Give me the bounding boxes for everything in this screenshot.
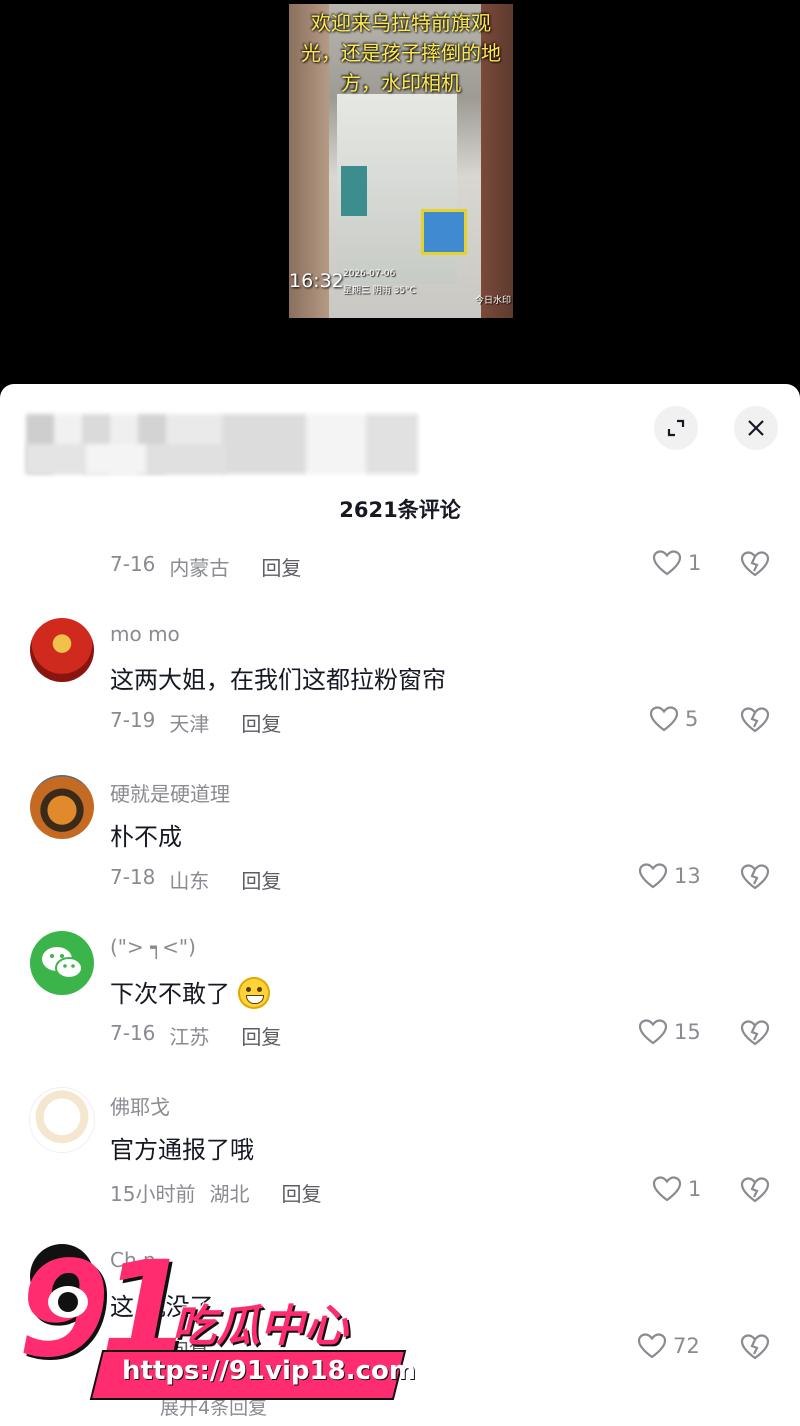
username[interactable]: mo mo <box>110 622 180 646</box>
like-button[interactable]: 1 <box>652 1175 701 1203</box>
video-area[interactable]: 欢迎来乌拉特前旗观光，还是孩子摔倒的地方，水印相机 16:32 2026-07-… <box>0 0 800 390</box>
comment-date: 7-16 <box>110 1021 156 1045</box>
like-button[interactable]: 15 <box>638 1018 701 1046</box>
like-count: 13 <box>674 864 701 888</box>
video-caption: 欢迎来乌拉特前旗观光，还是孩子摔倒的地方，水印相机 <box>301 11 501 95</box>
video-chair <box>341 166 367 216</box>
username[interactable]: 佛耶戈 <box>110 1091 170 1120</box>
comment-location: 内蒙古 <box>169 556 230 580</box>
promo-url: https://91vip18.com <box>122 1356 416 1386</box>
comment-date: 7-19 <box>110 708 156 732</box>
heart-icon <box>638 1019 668 1045</box>
comment-location: 江苏 <box>169 1025 210 1049</box>
avatar[interactable] <box>30 775 94 839</box>
comment-text: 官方通报了哦 <box>110 1136 254 1164</box>
reply-button[interactable]: 回复 <box>241 1021 281 1050</box>
heart-icon <box>637 1333 667 1359</box>
reply-button[interactable]: 回复 <box>261 552 301 581</box>
comment-date: 7-18 <box>110 865 156 889</box>
like-count: 1 <box>688 551 702 575</box>
avatar[interactable] <box>30 618 94 682</box>
reply-button[interactable]: 回复 <box>241 708 281 737</box>
dislike-icon[interactable] <box>739 549 771 579</box>
heart-icon <box>649 706 679 732</box>
video-meta: 星期三 阴雨 35°C <box>343 286 416 296</box>
dislike-icon[interactable] <box>739 1018 771 1048</box>
username[interactable]: 硬就是硬道理 <box>110 778 230 807</box>
comment-location: 湖北 <box>209 1182 250 1206</box>
heart-icon <box>652 1176 682 1202</box>
wechat-icon <box>42 947 83 979</box>
comment-text: 下次不敢了 <box>110 974 270 1011</box>
video-time: 16:32 <box>289 270 344 292</box>
comment-text: 朴不成 <box>110 823 182 851</box>
video-stool <box>421 209 467 255</box>
comment-count: 2621条评论 <box>339 498 461 522</box>
like-button[interactable]: 1 <box>652 549 701 577</box>
comment-date: 7-16 <box>110 552 156 576</box>
heart-icon <box>652 550 682 576</box>
blurred-title-line2 <box>26 444 226 474</box>
comment-meta: 7-19 天津 回复 <box>110 708 281 737</box>
promo-title: 吃瓜中心 <box>172 1301 348 1352</box>
video-date: 2026-07-06 <box>343 269 396 279</box>
dislike-icon[interactable] <box>739 1175 771 1205</box>
comment-location: 山东 <box>169 869 210 893</box>
close-icon <box>748 420 764 436</box>
like-count: 72 <box>673 1334 700 1358</box>
like-button[interactable]: 72 <box>637 1332 700 1360</box>
like-count: 1 <box>688 1177 702 1201</box>
promo-eye-icon <box>48 1286 88 1318</box>
comment-date: 15小时前 <box>110 1182 196 1206</box>
promo-watermark: 91 吃瓜中心 https://91vip18.com <box>14 1240 416 1410</box>
username[interactable]: ("> ┑<") <box>110 935 196 959</box>
comment-location: 天津 <box>169 712 210 736</box>
video-frame[interactable]: 欢迎来乌拉特前旗观光，还是孩子摔倒的地方，水印相机 16:32 2026-07-… <box>289 4 513 318</box>
expand-icon <box>667 419 685 437</box>
emoji-grin-icon <box>237 977 270 1009</box>
dislike-icon[interactable] <box>739 705 771 735</box>
avatar[interactable] <box>30 931 94 995</box>
close-button[interactable] <box>734 406 778 450</box>
comment-meta: 7-16 内蒙古 回复 <box>110 552 301 581</box>
reply-button[interactable]: 回复 <box>281 1178 321 1207</box>
reply-button[interactable]: 回复 <box>241 865 281 894</box>
like-button[interactable]: 13 <box>638 862 701 890</box>
comment-meta: 7-16 江苏 回复 <box>110 1021 281 1050</box>
video-watermark: 今日水印 <box>474 296 511 306</box>
like-count: 15 <box>674 1020 701 1044</box>
heart-icon <box>638 863 668 889</box>
expand-button[interactable] <box>654 406 698 450</box>
comment-meta: 7-18 山东 回复 <box>110 865 281 894</box>
comment-text: 这两大姐，在我们这都拉粉窗帘 <box>110 666 446 694</box>
like-button[interactable]: 5 <box>649 705 698 733</box>
dislike-icon[interactable] <box>739 862 771 892</box>
dislike-icon[interactable] <box>739 1332 771 1362</box>
avatar[interactable] <box>30 1088 94 1152</box>
like-count: 5 <box>685 707 699 731</box>
comment-meta: 15小时前 湖北 回复 <box>110 1178 321 1207</box>
comment-text-content: 下次不敢了 <box>110 980 230 1008</box>
